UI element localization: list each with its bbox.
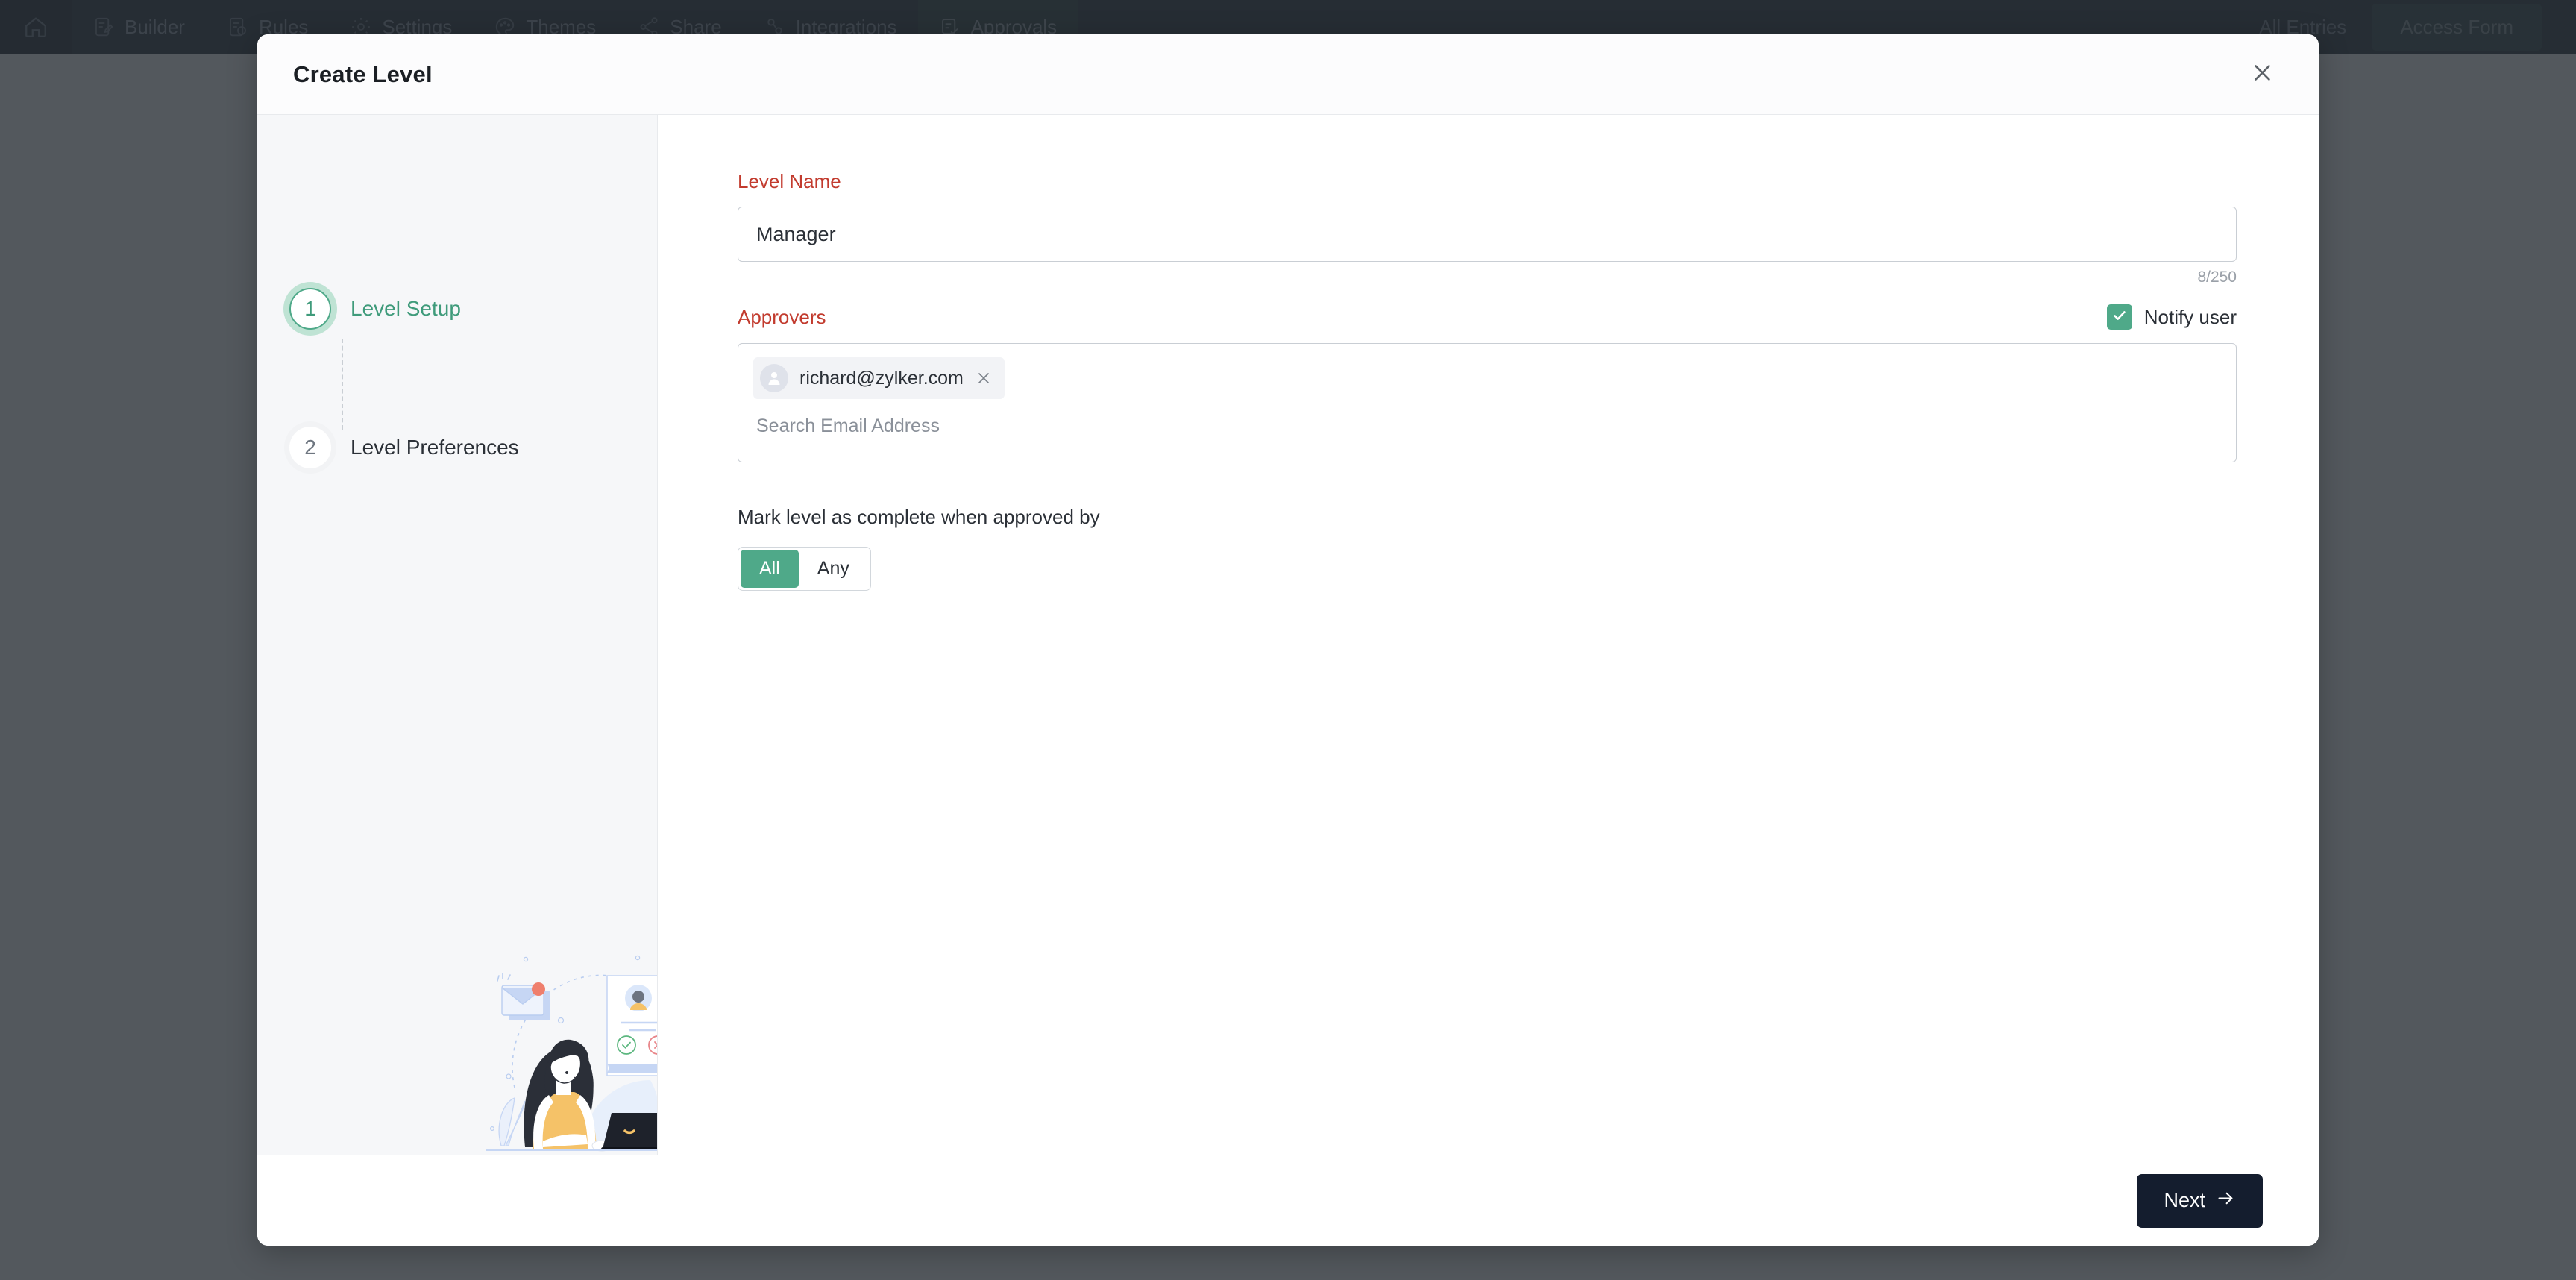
step-number-badge: 2: [289, 427, 331, 468]
dialog-body: 1 Level Setup 2 Level Preferences: [257, 115, 2319, 1155]
approvers-header-row: Approvers Notify user: [738, 304, 2237, 330]
level-name-char-counter: 8/250: [738, 269, 2237, 286]
approvers-input-box[interactable]: richard@zylker.com: [738, 343, 2237, 462]
toggle-option-any[interactable]: Any: [799, 550, 868, 588]
check-icon: [2111, 307, 2128, 327]
close-icon: [2250, 60, 2275, 89]
close-button[interactable]: [2241, 54, 2283, 95]
stepper-item-level-setup[interactable]: 1 Level Setup: [257, 288, 461, 330]
create-level-dialog: Create Level 1 Level Setup 2 Level Prefe…: [257, 34, 2319, 1246]
next-button-label: Next: [2164, 1189, 2205, 1212]
notify-user-label: Notify user: [2144, 306, 2237, 329]
approver-search-input[interactable]: [753, 399, 2221, 453]
completion-rule-toggle: All Any: [738, 547, 871, 591]
step-number-badge: 1: [289, 288, 331, 330]
dialog-header: Create Level: [257, 34, 2319, 115]
completion-rule-label: Mark level as complete when approved by: [738, 506, 2237, 529]
step-label: Level Preferences: [351, 436, 519, 459]
level-setup-form: Level Name 8/250 Approvers: [658, 115, 2319, 1155]
level-name-field-group: Level Name 8/250: [738, 170, 2237, 286]
approvers-field-group: Approvers Notify user: [738, 304, 2237, 462]
approver-chip: richard@zylker.com: [753, 357, 1005, 399]
step-label: Level Setup: [351, 297, 461, 321]
toggle-option-all[interactable]: All: [741, 550, 799, 588]
dialog-footer: Next: [257, 1155, 2319, 1246]
step-connector-line: [342, 339, 343, 430]
dialog-title: Create Level: [293, 61, 433, 88]
approval-illustration: [479, 946, 658, 1155]
arrow-right-icon: [2216, 1188, 2236, 1214]
stepper-item-level-preferences[interactable]: 2 Level Preferences: [257, 427, 519, 468]
wizard-stepper: 1 Level Setup 2 Level Preferences: [257, 115, 658, 1155]
level-name-input[interactable]: [738, 207, 2237, 262]
completion-rule-group: Mark level as complete when approved by …: [738, 506, 2237, 591]
next-button[interactable]: Next: [2137, 1174, 2263, 1228]
user-avatar-icon: [760, 364, 788, 392]
approvers-label: Approvers: [738, 306, 826, 329]
checkbox-box: [2107, 304, 2132, 330]
notify-user-checkbox[interactable]: Notify user: [2107, 304, 2237, 330]
approver-email: richard@zylker.com: [799, 368, 964, 389]
remove-approver-icon[interactable]: [975, 369, 993, 387]
level-name-label: Level Name: [738, 170, 2237, 193]
